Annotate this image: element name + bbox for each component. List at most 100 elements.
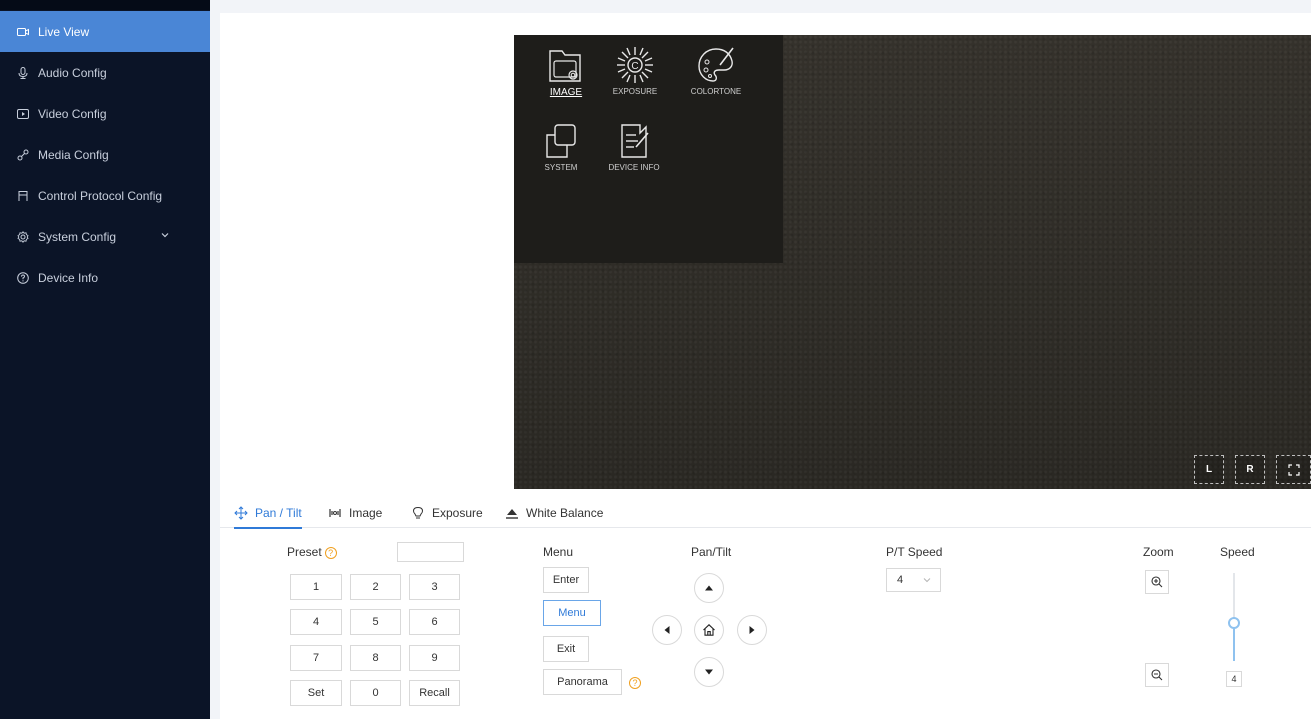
preset-key-8[interactable]: 8	[350, 645, 401, 671]
osd-item-colortone: COLORTONE	[680, 45, 752, 96]
zoom-in-button[interactable]	[1145, 570, 1169, 594]
arrow-left-icon	[664, 626, 670, 634]
osd-item-system: SYSTEM	[525, 121, 597, 172]
preset-label: Preset	[287, 545, 322, 559]
menu-exit-button[interactable]: Exit	[543, 636, 589, 662]
preset-key-3[interactable]: 3	[409, 574, 460, 600]
move-cross-icon	[234, 506, 248, 520]
fullscreen-button[interactable]	[1276, 455, 1311, 484]
preset-key-5[interactable]: 5	[350, 609, 401, 635]
tab-image[interactable]: Image	[328, 498, 382, 528]
exposure-sun-icon: C	[617, 47, 653, 83]
preset-recall-button[interactable]: Recall	[409, 680, 460, 706]
osd-item-label: EXPOSURE	[612, 87, 658, 96]
speed-value: 4	[1226, 671, 1242, 687]
sidebar-item-label: System Config	[38, 229, 117, 244]
video-preview[interactable]: IMAGE C EXPOSURE COLORTONE SYSTEM DEVICE…	[514, 35, 1311, 489]
video-camera-icon	[16, 25, 30, 39]
tab-pan-tilt[interactable]: Pan / Tilt	[234, 498, 302, 529]
main-panel: IMAGE C EXPOSURE COLORTONE SYSTEM DEVICE…	[220, 13, 1311, 719]
app-root: Live View Audio Config Video Config Medi…	[0, 0, 1311, 719]
sidebar-item-label: Device Info	[38, 270, 99, 285]
preset-key-7[interactable]: 7	[290, 645, 342, 671]
menu-menu-button[interactable]: Menu	[543, 600, 601, 626]
tab-white-balance[interactable]: White Balance	[505, 498, 603, 528]
arrow-up-icon	[705, 585, 713, 591]
sidebar-item-media-config[interactable]: Media Config	[0, 134, 210, 175]
pt-speed-select[interactable]: 4	[886, 568, 941, 592]
arrow-down-icon	[705, 669, 713, 675]
image-adjust-icon	[328, 506, 342, 520]
pan-left-button[interactable]	[652, 615, 682, 645]
pantilt-label: Pan/Tilt	[691, 545, 732, 559]
video-right-button[interactable]: R	[1235, 455, 1265, 484]
tab-exposure[interactable]: Exposure	[411, 498, 483, 528]
sidebar-item-control-protocol-config[interactable]: Control Protocol Config	[0, 175, 210, 216]
osd-item-label: SYSTEM	[544, 163, 578, 172]
video-screen-icon	[16, 107, 30, 121]
menu-panorama-button[interactable]: Panorama	[543, 669, 622, 695]
microphone-icon	[16, 66, 30, 80]
control-tabs: Pan / Tilt Image Exposure White Balance	[220, 498, 1311, 529]
zoom-label: Zoom	[1143, 545, 1174, 559]
menu-enter-button[interactable]: Enter	[543, 567, 589, 593]
help-icon[interactable]: ?	[324, 546, 337, 559]
pt-speed-label: P/T Speed	[886, 545, 943, 559]
preset-key-1[interactable]: 1	[290, 574, 342, 600]
preset-set-button[interactable]: Set	[290, 680, 342, 706]
osd-item-image: IMAGE	[530, 45, 602, 98]
sidebar-item-video-config[interactable]: Video Config	[0, 93, 210, 134]
sidebar-item-live-view[interactable]: Live View	[0, 11, 210, 52]
sidebar-item-audio-config[interactable]: Audio Config	[0, 52, 210, 93]
image-folder-icon	[549, 50, 581, 82]
sidebar-nav: Live View Audio Config Video Config Medi…	[0, 11, 210, 298]
device-info-doc-icon	[621, 124, 649, 158]
home-button[interactable]	[694, 615, 724, 645]
tab-label: Pan / Tilt	[255, 506, 302, 520]
sidebar-item-label: Media Config	[38, 147, 109, 162]
preset-key-6[interactable]: 6	[409, 609, 460, 635]
tilt-down-button[interactable]	[694, 657, 724, 687]
sidebar-item-label: Live View	[38, 24, 90, 39]
osd-menu: IMAGE C EXPOSURE COLORTONE SYSTEM DEVICE…	[514, 35, 783, 263]
tilt-up-button[interactable]	[694, 573, 724, 603]
preset-label-group: Preset?	[287, 545, 337, 559]
chevron-down-icon	[923, 578, 931, 583]
panorama-help-icon[interactable]: ?	[629, 677, 641, 689]
system-squares-icon	[546, 124, 576, 158]
zoom-out-button[interactable]	[1145, 663, 1169, 687]
speed-slider-handle[interactable]	[1228, 617, 1240, 629]
speed-slider-track[interactable]	[1228, 573, 1240, 661]
protocol-icon	[16, 189, 30, 203]
osd-item-label: DEVICE INFO	[608, 163, 660, 172]
speed-label: Speed	[1220, 545, 1255, 559]
sidebar-item-label: Video Config	[38, 106, 107, 121]
sidebar: Live View Audio Config Video Config Medi…	[0, 0, 210, 719]
preset-key-4[interactable]: 4	[290, 609, 342, 635]
video-left-button[interactable]: L	[1194, 455, 1224, 484]
preset-key-2[interactable]: 2	[350, 574, 401, 600]
bulb-icon	[411, 506, 425, 520]
osd-item-device-info: DEVICE INFO	[598, 121, 670, 172]
svg-text:C: C	[631, 61, 638, 72]
pan-right-button[interactable]	[737, 615, 767, 645]
osd-item-label: COLORTONE	[690, 87, 742, 96]
tab-label: White Balance	[526, 506, 604, 520]
tab-label: Exposure	[432, 506, 483, 520]
preset-number-input[interactable]	[397, 542, 464, 562]
osd-item-label: IMAGE	[549, 87, 583, 98]
pt-speed-value: 4	[897, 574, 904, 586]
menu-label: Menu	[543, 545, 574, 559]
preset-key-9[interactable]: 9	[409, 645, 460, 671]
sidebar-item-system-config[interactable]: System Config	[0, 216, 210, 257]
preset-key-0[interactable]: 0	[350, 680, 401, 706]
sidebar-item-device-info[interactable]: Device Info	[0, 257, 210, 298]
home-icon	[703, 624, 715, 636]
sidebar-item-label: Audio Config	[38, 65, 107, 80]
info-circle-icon	[16, 271, 30, 285]
palette-icon	[698, 47, 734, 82]
osd-item-exposure: C EXPOSURE	[599, 45, 671, 96]
gear-icon	[16, 230, 30, 244]
zoom-out-icon	[1151, 669, 1163, 681]
arrow-right-icon	[749, 626, 755, 634]
